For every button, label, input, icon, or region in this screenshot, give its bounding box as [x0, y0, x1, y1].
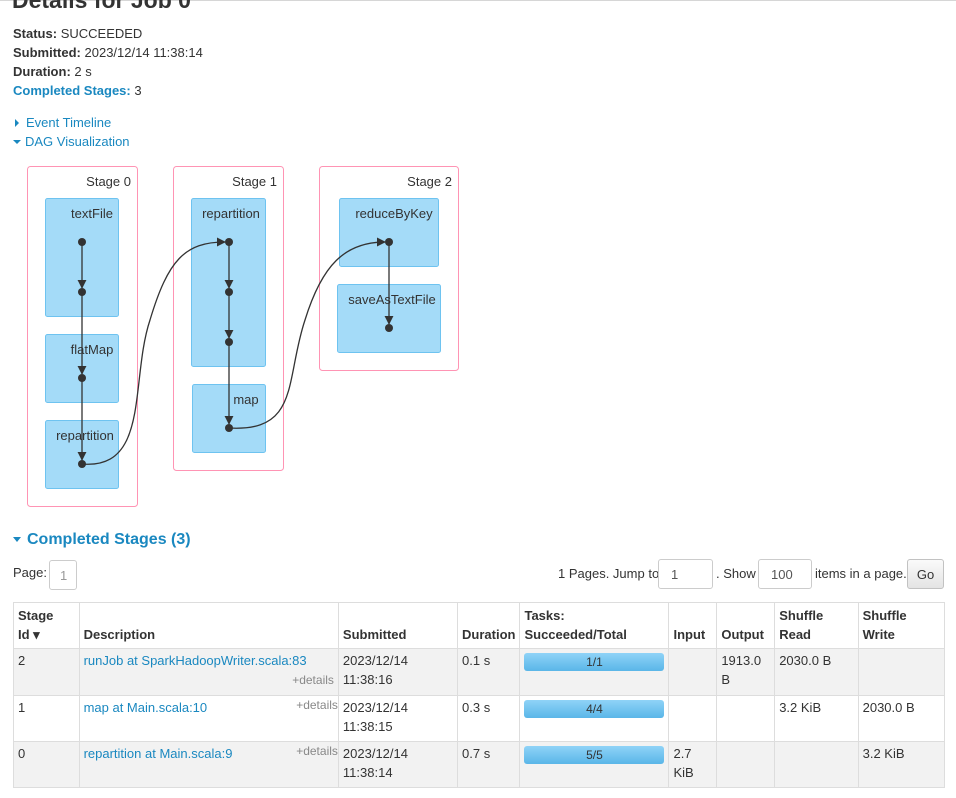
column-shuffle-write[interactable]: Shuffle Write: [857, 602, 946, 649]
shuffle-read-cell: 2030.0 B: [774, 648, 859, 696]
svg-text:map: map: [233, 392, 258, 407]
collapse-triangle-icon: [13, 537, 21, 542]
pagination-bar: Page: 1 Pages. Jump to . Show items in a…: [0, 559, 956, 591]
details-toggle[interactable]: +details: [292, 673, 334, 687]
table-row: 1 map at Main.scala:10 +details 2023/12/…: [13, 695, 946, 742]
completed-stages-table: Stage Id ▾ Description Submitted Duration…: [13, 602, 946, 788]
column-description[interactable]: Description: [78, 602, 339, 649]
summary-submitted: Submitted: 2023/12/14 11:38:14: [13, 45, 203, 60]
show-text: . Show: [716, 566, 756, 581]
input-cell: [668, 648, 718, 696]
summary-completed-stages: Completed Stages: 3: [13, 83, 203, 102]
stage-description-link[interactable]: map at Main.scala:10: [84, 700, 208, 715]
dag-node: [225, 338, 233, 346]
page-size-input[interactable]: [758, 559, 812, 589]
duration-cell: 0.7 s: [457, 741, 521, 788]
dag-node: [225, 238, 233, 246]
svg-text:repartition: repartition: [202, 206, 260, 221]
table-row: 2 runJob at SparkHadoopWriter.scala:83 +…: [13, 648, 946, 696]
jump-to-page-input[interactable]: [658, 559, 713, 589]
duration-cell: 0.1 s: [457, 648, 521, 696]
column-submitted[interactable]: Submitted: [337, 602, 459, 649]
table-row: 0 repartition at Main.scala:9 +details 2…: [13, 741, 946, 788]
output-cell: [716, 695, 776, 742]
submitted-value: 2023/12/14 11:38:14: [84, 45, 203, 60]
go-button[interactable]: Go: [907, 559, 944, 589]
details-toggle[interactable]: +details: [296, 696, 338, 715]
dag-node: [385, 238, 393, 246]
task-progress-bar: 1/1: [524, 653, 665, 671]
shuffle-write-cell: [857, 648, 946, 696]
stage-id: 1: [13, 695, 80, 742]
dag-node: [385, 324, 393, 332]
details-toggle[interactable]: +details: [296, 742, 338, 761]
dag-node: [78, 374, 86, 382]
svg-text:flatMap: flatMap: [71, 342, 114, 357]
dag-stage-label: Stage 0: [86, 174, 131, 189]
expand-triangle-icon: [15, 119, 19, 127]
svg-text:reduceByKey: reduceByKey: [355, 206, 433, 221]
stage-description-link[interactable]: repartition at Main.scala:9: [84, 746, 233, 761]
dag-node: [78, 288, 86, 296]
column-duration[interactable]: Duration: [457, 602, 521, 649]
column-input[interactable]: Input: [668, 602, 718, 649]
dag-stage-label: Stage 1: [232, 174, 277, 189]
svg-text:textFile: textFile: [71, 206, 113, 221]
task-progress-bar: 4/4: [524, 700, 665, 718]
svg-text:repartition: repartition: [56, 428, 114, 443]
dag-node: [225, 288, 233, 296]
output-cell: 1913.0 B: [716, 648, 776, 696]
page-title: Details for Job 0: [12, 0, 191, 13]
output-cell: [716, 741, 776, 788]
dag-node: [78, 460, 86, 468]
dag-visualization-toggle[interactable]: DAG Visualization: [13, 134, 130, 150]
shuffle-read-cell: [774, 741, 859, 788]
dag-node: [225, 424, 233, 432]
job-summary: Status: SUCCEEDED Submitted: 2023/12/14 …: [13, 26, 203, 102]
summary-status: Status: SUCCEEDED: [13, 26, 143, 41]
stage-id: 0: [13, 741, 80, 788]
items-text: items in a page.: [815, 566, 907, 581]
completed-stages-value: 3: [134, 83, 142, 98]
dag-node: [78, 238, 86, 246]
duration-value: 2 s: [74, 64, 92, 79]
submitted-cell: 2023/12/14 11:38:16: [337, 648, 459, 696]
summary-duration: Duration: 2 s: [13, 64, 92, 79]
column-shuffle-read[interactable]: Shuffle Read: [774, 602, 859, 649]
event-timeline-toggle[interactable]: Event Timeline: [13, 115, 111, 131]
column-output[interactable]: Output: [716, 602, 776, 649]
duration-cell: 0.3 s: [457, 695, 521, 742]
svg-text:saveAsTextFile: saveAsTextFile: [348, 292, 435, 307]
pages-text: 1 Pages. Jump to: [558, 566, 660, 581]
dag-visualization: Stage 0 textFile flatMap repartition Sta…: [27, 166, 459, 507]
shuffle-write-cell: 2030.0 B: [857, 695, 946, 742]
task-progress-bar: 5/5: [524, 746, 665, 764]
collapse-triangle-icon: [13, 140, 21, 144]
stage-description-link[interactable]: runJob at SparkHadoopWriter.scala:83: [84, 653, 307, 668]
input-cell: [668, 695, 718, 742]
submitted-cell: 2023/12/14 11:38:14: [337, 741, 459, 788]
submitted-cell: 2023/12/14 11:38:15: [337, 695, 459, 742]
completed-stages-link[interactable]: Completed Stages:: [13, 83, 131, 98]
page-label: Page:: [13, 565, 47, 580]
dag-stage-label: Stage 2: [407, 174, 452, 189]
column-tasks[interactable]: Tasks: Succeeded/Total: [519, 602, 670, 649]
shuffle-write-cell: 3.2 KiB: [857, 741, 946, 788]
column-stage-id[interactable]: Stage Id ▾: [13, 602, 80, 649]
table-header-row: Stage Id ▾ Description Submitted Duration…: [13, 602, 946, 649]
stage-id: 2: [13, 648, 80, 696]
page-number-box[interactable]: [49, 560, 77, 590]
shuffle-read-cell: 3.2 KiB: [774, 695, 859, 742]
input-cell: 2.7 KiB: [668, 741, 718, 788]
status-value: SUCCEEDED: [60, 26, 143, 41]
completed-stages-header[interactable]: Completed Stages (3): [13, 530, 191, 550]
